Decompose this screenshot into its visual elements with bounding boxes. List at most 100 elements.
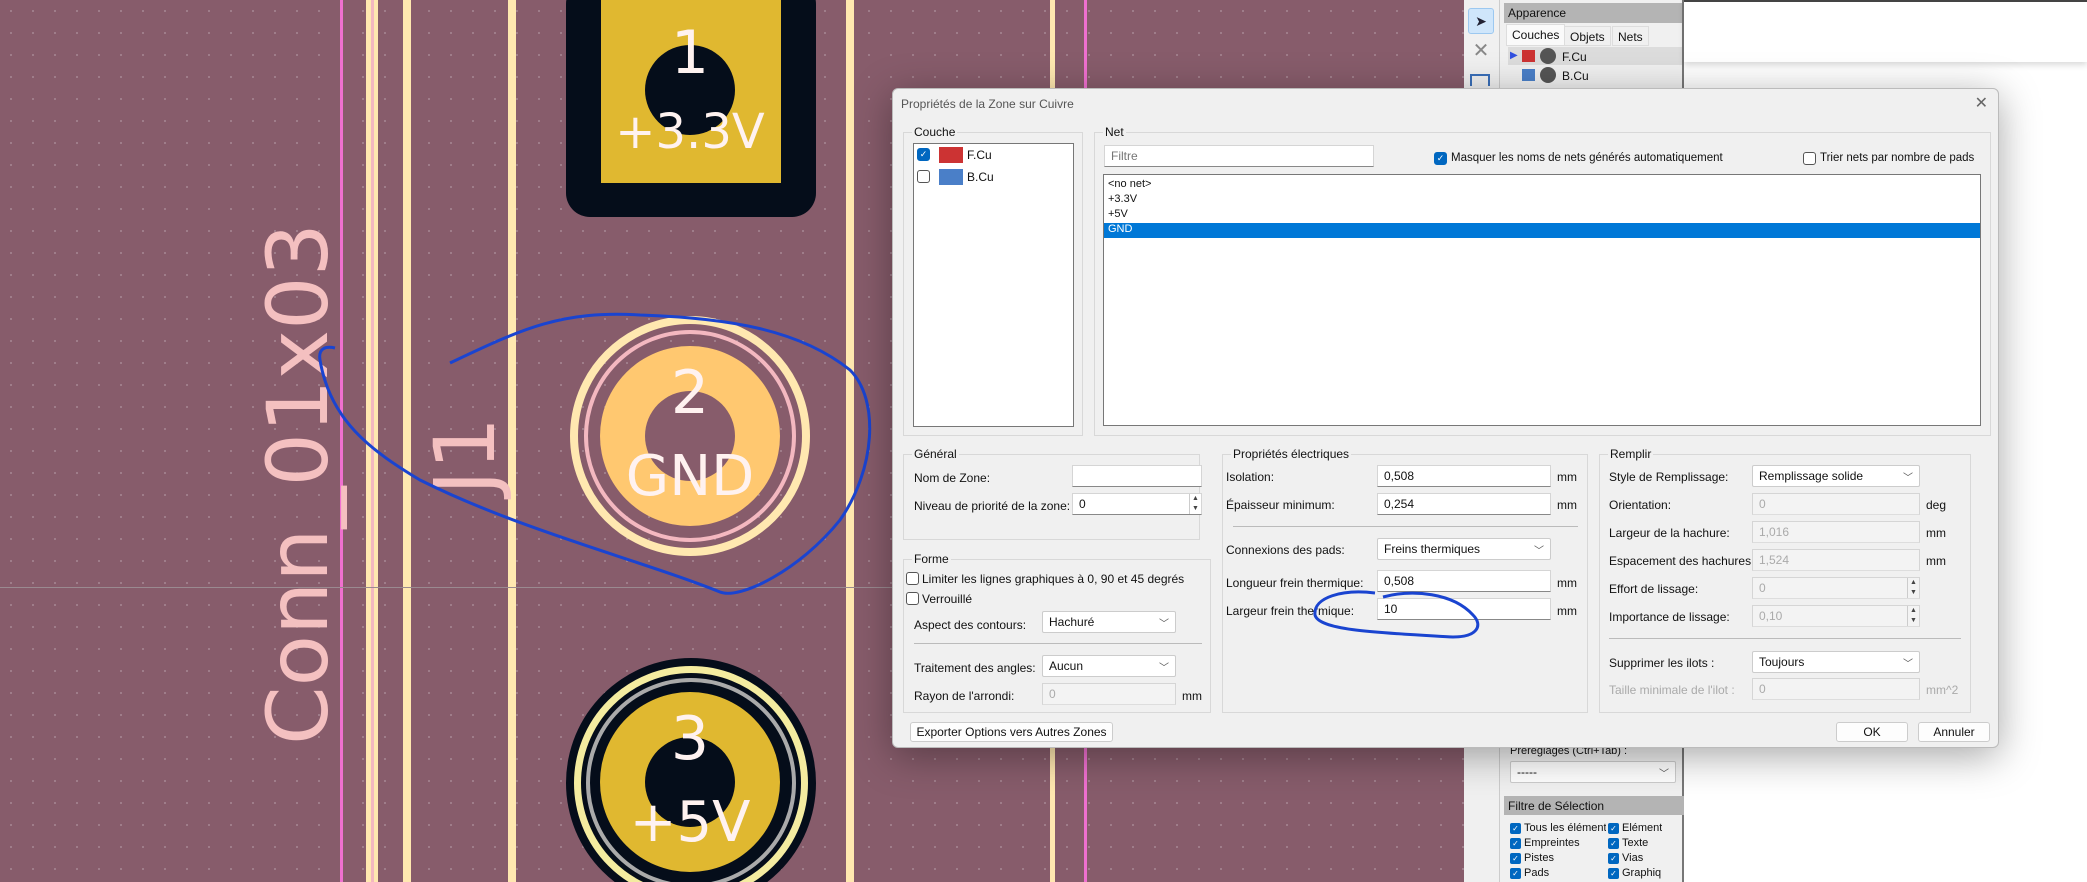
selection-filter-label: Tous les éléments: [1524, 822, 1606, 834]
checkbox-checked-icon[interactable]: ✓: [1608, 838, 1619, 849]
constrain-checkbox[interactable]: [906, 572, 919, 585]
annotation-circle: [318, 312, 872, 595]
sort-nets-checkbox[interactable]: [1803, 152, 1816, 165]
checkbox-checked-icon[interactable]: ✓: [1608, 823, 1619, 834]
selection-filter-label: Pads: [1524, 867, 1550, 879]
net-item-selected[interactable]: GND: [1104, 223, 1980, 238]
layer-color-swatch[interactable]: [1522, 50, 1535, 62]
corner-select[interactable]: Aucun ﹀: [1042, 655, 1176, 677]
selection-filter-item[interactable]: ✓ Pistes: [1510, 852, 1554, 864]
clearance-unit: mm: [1557, 470, 1577, 484]
local-ratsnest-icon[interactable]: ✕: [1468, 38, 1494, 64]
bcu-checkbox[interactable]: [917, 170, 930, 183]
hide-auto-nets-label: Masquer les noms de nets générés automat…: [1451, 152, 1723, 164]
export-options-button[interactable]: Exporter Options vers Autres Zones: [910, 722, 1113, 742]
orientation-input[interactable]: 0: [1752, 493, 1920, 515]
cancel-button[interactable]: Annuler: [1918, 722, 1990, 742]
min-width-unit: mm: [1557, 498, 1577, 512]
min-island-input[interactable]: 0: [1752, 678, 1920, 700]
selection-filter-label: Pistes: [1524, 852, 1554, 864]
footprint-tool-icon[interactable]: [1470, 74, 1490, 86]
zone-name-input[interactable]: [1072, 465, 1202, 487]
remove-islands-select[interactable]: Toujours ﹀: [1752, 651, 1920, 673]
selection-filter-label: Graphiq: [1622, 867, 1662, 879]
layer-row-fcu[interactable]: ▶ F.Cu: [1508, 47, 1682, 65]
checkbox-checked-icon[interactable]: ✓: [1608, 853, 1619, 864]
selection-filter-label: Texte: [1622, 837, 1649, 849]
selection-filter-item[interactable]: ✓ Empreintes: [1510, 837, 1580, 849]
selection-filter-item[interactable]: ✓ Vias: [1608, 852, 1643, 864]
relief-gap-unit: mm: [1557, 576, 1577, 590]
shape-title: Forme: [912, 552, 951, 566]
selection-filter-label: Elément: [1622, 822, 1663, 834]
checkbox-checked-icon[interactable]: ✓: [1510, 823, 1521, 834]
radius-unit: mm: [1182, 689, 1202, 703]
hide-auto-nets-checkbox[interactable]: ✓: [1434, 152, 1447, 165]
ok-button[interactable]: OK: [1836, 722, 1908, 742]
net-group: Net ✓ Masquer les noms de nets générés a…: [1094, 125, 1991, 436]
locked-checkbox[interactable]: [906, 592, 919, 605]
pad-connection-select[interactable]: Freins thermiques ﹀: [1377, 538, 1551, 560]
layer-color-swatch[interactable]: [1522, 69, 1535, 81]
zone-properties-dialog: Propriétés de la Zone sur Cuivre ✕ Couch…: [892, 88, 1999, 748]
layer-row-bcu[interactable]: B.Cu: [1508, 66, 1682, 84]
net-item[interactable]: +5V: [1104, 208, 1980, 223]
tab-nets[interactable]: Nets: [1612, 26, 1649, 46]
close-icon[interactable]: ✕: [1975, 93, 1988, 113]
tab-objets[interactable]: Objets: [1564, 26, 1611, 46]
selection-filter-label: Empreintes: [1524, 837, 1580, 849]
checkbox-checked-icon[interactable]: ✓: [1608, 868, 1619, 879]
net-filter-input[interactable]: [1104, 145, 1374, 167]
smooth-amount-label: Importance de lissage:: [1609, 610, 1730, 624]
selection-filter-item[interactable]: ✓ Tous les éléments: [1510, 822, 1606, 834]
min-width-input[interactable]: 0,254: [1377, 493, 1551, 515]
tab-couches[interactable]: Couches: [1506, 24, 1566, 46]
radius-input[interactable]: 0: [1042, 683, 1176, 705]
fcu-swatch: [939, 147, 963, 163]
fill-group: Remplir Style de Remplissage: Remplissag…: [1599, 447, 1971, 713]
bcu-swatch: [939, 169, 963, 185]
checkbox-checked-icon[interactable]: ✓: [1510, 853, 1521, 864]
selection-filter-item[interactable]: ✓ Graphiq: [1608, 867, 1661, 879]
selection-filter-item[interactable]: ✓ Texte: [1608, 837, 1648, 849]
smooth-effort-label: Effort de lissage:: [1609, 582, 1699, 596]
bcu-label: B.Cu: [967, 170, 994, 184]
dialog-title: Propriétés de la Zone sur Cuivre: [901, 97, 1074, 111]
clearance-input[interactable]: 0,508: [1377, 465, 1551, 487]
presets-select[interactable]: ----- ﹀: [1510, 761, 1676, 783]
eye-icon[interactable]: [1540, 48, 1556, 64]
hatch-gap-unit: mm: [1926, 554, 1946, 568]
hatch-width-label: Largeur de la hachure:: [1609, 526, 1730, 540]
eye-icon[interactable]: [1540, 67, 1556, 83]
net-item[interactable]: <no net>: [1104, 178, 1980, 193]
electrical-title: Propriétés électriques: [1231, 447, 1352, 461]
min-width-label: Épaisseur minimum:: [1226, 498, 1335, 512]
hatch-width-input[interactable]: 1,016: [1752, 521, 1920, 543]
net-item[interactable]: +3.3V: [1104, 193, 1980, 208]
smooth-effort-spinner[interactable]: 0 ▲ ▼: [1752, 577, 1920, 599]
priority-spinner[interactable]: 0 ▲ ▼: [1072, 493, 1202, 515]
orientation-unit: deg: [1926, 498, 1947, 512]
selection-filter-item[interactable]: ✓ Elément: [1608, 822, 1662, 834]
checkbox-checked-icon[interactable]: ✓: [1510, 838, 1521, 849]
layer-name: F.Cu: [1562, 50, 1587, 64]
smooth-amount-spinner[interactable]: 0,10 ▲ ▼: [1752, 605, 1920, 627]
fcu-checkbox[interactable]: ✓: [917, 148, 930, 161]
locked-label: Verrouillé: [922, 592, 973, 606]
select-tool-icon[interactable]: ➤: [1468, 8, 1494, 34]
fcu-label: F.Cu: [967, 148, 992, 162]
net-group-label: Net: [1103, 125, 1126, 139]
hatch-gap-label: Espacement des hachures:: [1609, 554, 1755, 568]
fill-style-label: Style de Remplissage:: [1609, 470, 1729, 484]
hatch-gap-input[interactable]: 1,524: [1752, 549, 1920, 571]
fill-style-select[interactable]: Remplissage solide ﹀: [1752, 465, 1920, 487]
appearance-title: Apparence: [1504, 3, 1682, 23]
selection-filter-item[interactable]: ✓ Pads: [1510, 867, 1549, 879]
net-list[interactable]: <no net> +3.3V +5V GND: [1103, 174, 1981, 426]
checkbox-checked-icon[interactable]: ✓: [1510, 868, 1521, 879]
spoke-width-unit: mm: [1557, 604, 1577, 618]
separator: [1609, 638, 1961, 639]
outline-select[interactable]: Hachuré ﹀: [1042, 611, 1176, 633]
layer-name: B.Cu: [1562, 69, 1589, 83]
general-title: Général: [912, 447, 959, 461]
